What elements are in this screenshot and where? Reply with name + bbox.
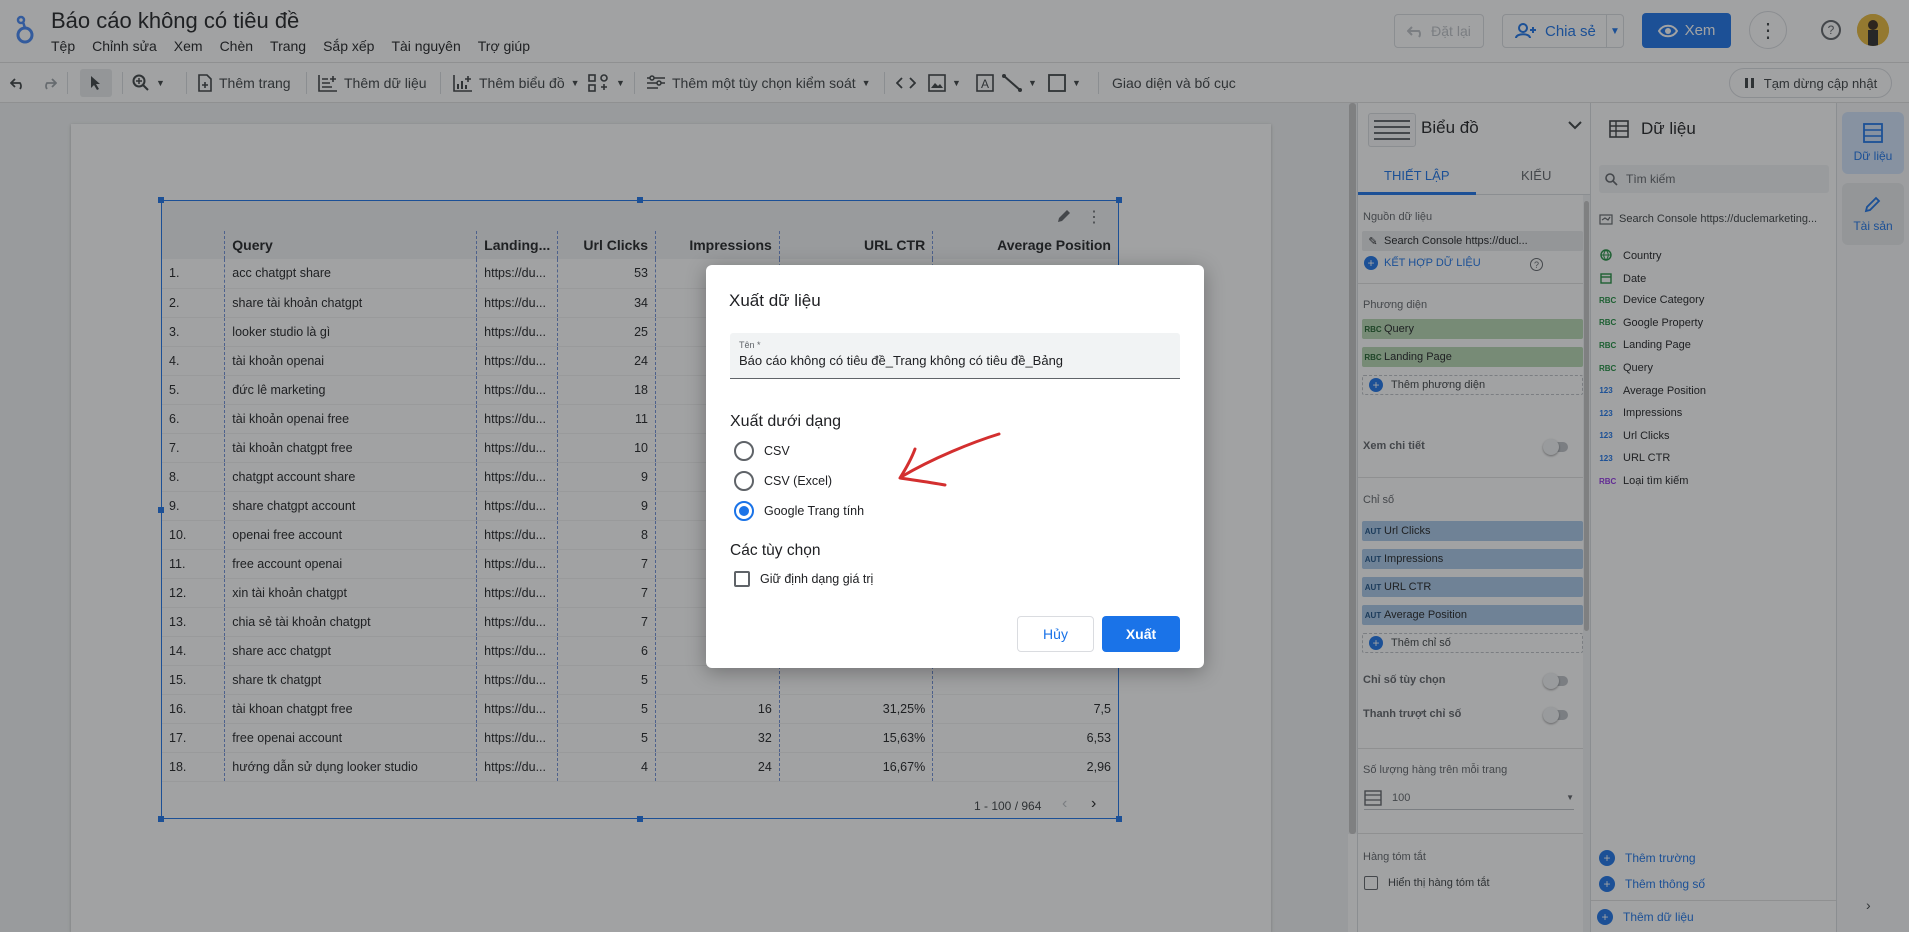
options-heading: Các tùy chọn [730, 542, 821, 559]
export-name-label: Tên * [739, 340, 761, 350]
radio-icon [734, 471, 754, 491]
keep-format-checkbox[interactable]: Giữ định dạng giá trị [734, 571, 873, 587]
export-name-value: Báo cáo không có tiêu đề_Trang không có … [739, 353, 1064, 368]
cancel-button[interactable]: Hủy [1017, 616, 1094, 652]
radio-selected-icon [734, 501, 754, 521]
dialog-title: Xuất dữ liệu [729, 291, 821, 310]
radio-google-sheets[interactable]: Google Trang tính [734, 501, 864, 521]
red-arrow-annotation-icon [898, 432, 1001, 487]
export-name-field[interactable]: Tên * Báo cáo không có tiêu đề_Trang khô… [730, 333, 1180, 379]
export-button[interactable]: Xuất [1102, 616, 1180, 652]
radio-csv-excel[interactable]: CSV (Excel) [734, 471, 832, 491]
export-as-heading: Xuất dưới dạng [730, 413, 842, 430]
checkbox-icon [734, 571, 750, 587]
radio-icon [734, 441, 754, 461]
radio-csv[interactable]: CSV [734, 441, 790, 461]
